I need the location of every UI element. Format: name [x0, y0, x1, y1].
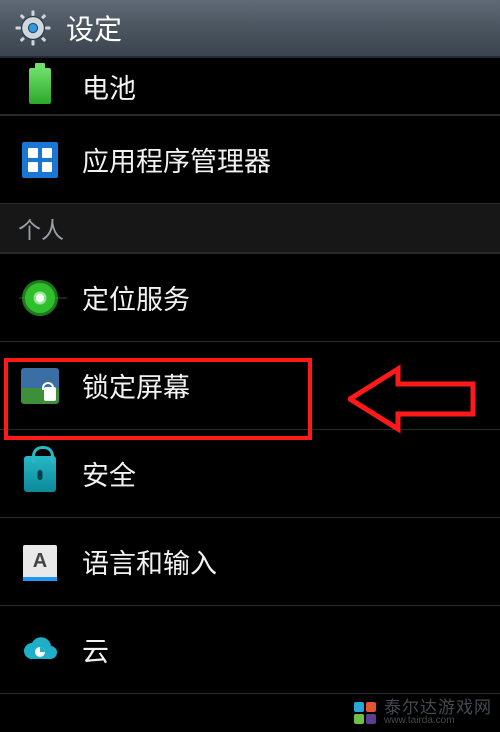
watermark: 泰尔达游戏网 www.tairda.com: [352, 699, 492, 726]
battery-icon: [20, 66, 60, 106]
keyboard-a-icon: A: [20, 542, 60, 582]
watermark-text-group: 泰尔达游戏网 www.tairda.com: [384, 699, 492, 726]
watermark-text: 泰尔达游戏网: [384, 699, 492, 716]
item-lock-screen[interactable]: 锁定屏幕: [0, 342, 500, 430]
item-location[interactable]: 定位服务: [0, 254, 500, 342]
item-app-manager[interactable]: 应用程序管理器: [0, 116, 500, 204]
watermark-logo-icon: [352, 700, 378, 726]
section-header-personal: 个人: [0, 204, 500, 254]
item-label: 应用程序管理器: [82, 140, 271, 179]
item-label: 定位服务: [82, 278, 190, 317]
grid-icon: [20, 140, 60, 180]
item-label: 安全: [82, 454, 136, 493]
item-label: 语言和输入: [82, 542, 217, 581]
item-label: 锁定屏幕: [82, 366, 190, 405]
settings-list: 电池 应用程序管理器 个人 定位服务 锁定屏幕 安全 A 语言和输入 云: [0, 58, 500, 694]
gear-icon: [14, 9, 52, 47]
watermark-url: www.tairda.com: [384, 716, 492, 726]
target-icon: [20, 278, 60, 318]
item-label: 电池: [82, 67, 136, 106]
lock-screen-icon: [20, 366, 60, 406]
item-language-input[interactable]: A 语言和输入: [0, 518, 500, 606]
cloud-icon: [20, 630, 60, 670]
item-security[interactable]: 安全: [0, 430, 500, 518]
item-battery[interactable]: 电池: [0, 58, 500, 116]
item-label: 云: [82, 630, 109, 669]
item-cloud[interactable]: 云: [0, 606, 500, 694]
padlock-icon: [20, 454, 60, 494]
settings-header: 设定: [0, 0, 500, 58]
page-title: 设定: [66, 8, 122, 48]
